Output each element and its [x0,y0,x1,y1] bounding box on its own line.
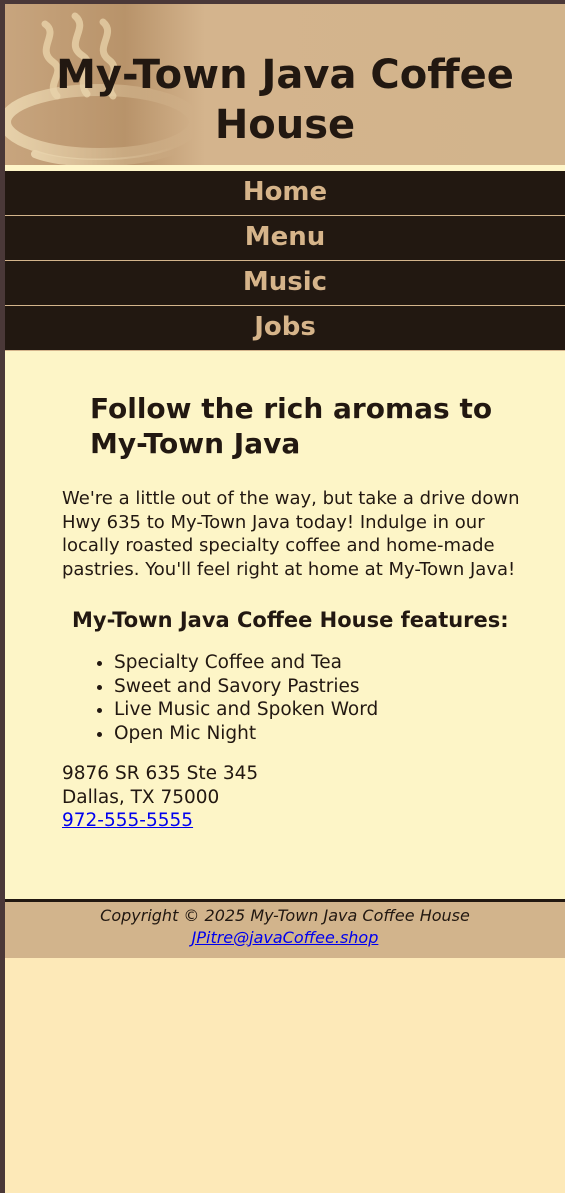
nav-link-menu[interactable]: Menu [5,216,565,259]
main-heading: Follow the rich aromas to My-Town Java [90,392,493,460]
nav-link-jobs[interactable]: Jobs [5,306,565,349]
address-street: 9876 SR 635 Ste 345 [62,763,259,784]
site-header: My-Town Java Coffee House [5,4,565,165]
copyright-text: Copyright © 2025 My-Town Java Coffee Hou… [100,906,470,925]
address-block: 9876 SR 635 Ste 345 Dallas, TX 75000 972… [62,762,525,833]
email-link[interactable]: JPitre@javaCoffee.shop [192,928,379,947]
main-content: Follow the rich aromas to My-Town Java W… [5,351,565,902]
features-list: Specialty Coffee and Tea Sweet and Savor… [114,651,525,745]
nav-link-home[interactable]: Home [5,171,565,214]
feature-item: Live Music and Spoken Word [114,698,525,722]
feature-item: Specialty Coffee and Tea [114,651,525,675]
main-nav: Home Menu Music Jobs [5,171,565,351]
nav-item-music: Music [5,261,565,306]
nav-item-menu: Menu [5,216,565,261]
feature-item: Sweet and Savory Pastries [114,675,525,699]
phone-link[interactable]: 972-555-5555 [62,810,193,831]
nav-item-home: Home [5,171,565,216]
intro-paragraph: We're a little out of the way, but take … [62,488,520,580]
features-heading: My-Town Java Coffee House features: [72,608,509,632]
nav-link-music[interactable]: Music [5,261,565,304]
feature-item: Open Mic Night [114,722,525,746]
site-footer: Copyright © 2025 My-Town Java Coffee Hou… [5,902,565,958]
nav-item-jobs: Jobs [5,306,565,351]
page-wrapper: My-Town Java Coffee House Home Menu Musi… [5,4,565,1193]
site-title: My-Town Java Coffee House [56,52,514,148]
address-city: Dallas, TX 75000 [62,786,220,808]
